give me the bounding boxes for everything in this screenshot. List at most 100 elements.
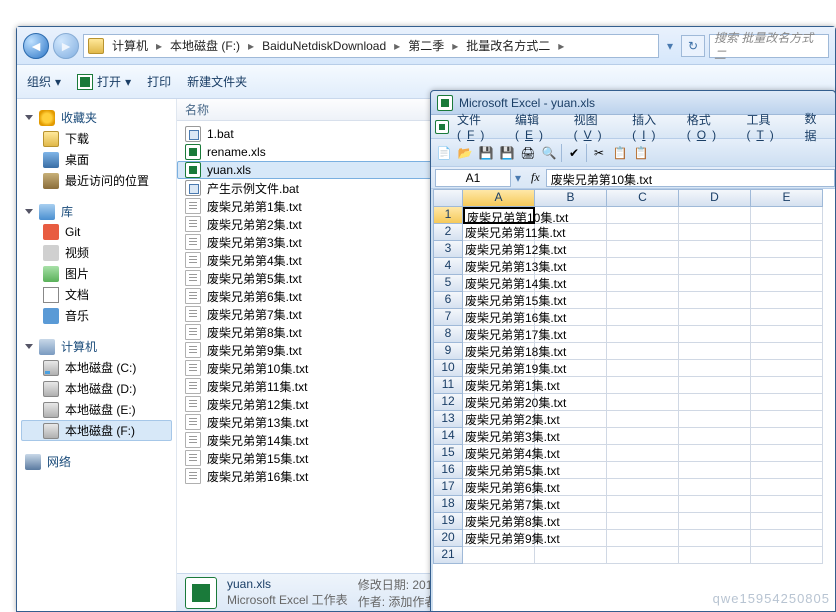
cell[interactable] bbox=[751, 530, 823, 547]
menu-格式[interactable]: 格式(O) bbox=[681, 109, 739, 144]
cell[interactable] bbox=[751, 377, 823, 394]
cell[interactable] bbox=[607, 258, 679, 275]
cell[interactable] bbox=[607, 394, 679, 411]
menu-插入[interactable]: 插入(I) bbox=[626, 109, 679, 144]
cell[interactable] bbox=[535, 530, 607, 547]
cell[interactable] bbox=[679, 411, 751, 428]
cell[interactable]: 废柴兄弟第6集.txt bbox=[463, 479, 535, 496]
cell[interactable] bbox=[679, 292, 751, 309]
cell[interactable] bbox=[607, 496, 679, 513]
cell[interactable] bbox=[535, 309, 607, 326]
cell[interactable] bbox=[535, 428, 607, 445]
nav-network[interactable]: 网络 bbox=[21, 451, 172, 472]
preview-icon[interactable]: 🔍 bbox=[540, 144, 558, 162]
row-header[interactable]: 14 bbox=[433, 428, 463, 445]
row-header[interactable]: 6 bbox=[433, 292, 463, 309]
cell[interactable] bbox=[679, 530, 751, 547]
crumb-item[interactable]: 批量改名方式二 bbox=[462, 37, 554, 54]
save-icon[interactable]: 💾 bbox=[477, 144, 495, 162]
cell[interactable] bbox=[679, 394, 751, 411]
print-button[interactable]: 打印 bbox=[147, 73, 171, 90]
cell[interactable]: 废柴兄弟第5集.txt bbox=[463, 462, 535, 479]
cell[interactable] bbox=[607, 343, 679, 360]
cell[interactable] bbox=[607, 547, 679, 564]
cell[interactable]: 废柴兄弟第19集.txt bbox=[463, 360, 535, 377]
fx-icon[interactable]: fx bbox=[525, 170, 546, 185]
cell[interactable]: 废柴兄弟第2集.txt bbox=[463, 411, 535, 428]
spell-icon[interactable]: ✔ bbox=[565, 144, 583, 162]
cell[interactable] bbox=[535, 513, 607, 530]
cell[interactable] bbox=[535, 411, 607, 428]
row-header[interactable]: 1 bbox=[433, 207, 463, 224]
newfolder-button[interactable]: 新建文件夹 bbox=[187, 73, 247, 90]
row-header[interactable]: 15 bbox=[433, 445, 463, 462]
open-button[interactable]: 打开 ▾ bbox=[77, 73, 131, 90]
cell[interactable] bbox=[751, 496, 823, 513]
row-header[interactable]: 8 bbox=[433, 326, 463, 343]
menu-工具[interactable]: 工具(T) bbox=[740, 109, 796, 144]
cut-icon[interactable]: ✂ bbox=[590, 144, 608, 162]
cell[interactable] bbox=[679, 224, 751, 241]
cell[interactable] bbox=[607, 241, 679, 258]
cell[interactable] bbox=[751, 292, 823, 309]
cell[interactable] bbox=[679, 496, 751, 513]
name-box[interactable]: A1 bbox=[435, 169, 511, 187]
row-header[interactable]: 19 bbox=[433, 513, 463, 530]
menu-数据[interactable]: 数据 bbox=[798, 108, 831, 146]
refresh-button[interactable]: ↻ bbox=[681, 35, 705, 57]
col-header-A[interactable]: A bbox=[463, 189, 535, 207]
cell[interactable] bbox=[535, 496, 607, 513]
cell[interactable] bbox=[751, 479, 823, 496]
cell[interactable] bbox=[751, 224, 823, 241]
col-header-C[interactable]: C bbox=[607, 189, 679, 207]
cell[interactable]: 废柴兄弟第15集.txt bbox=[463, 292, 535, 309]
dropdown-icon[interactable]: ▾ bbox=[511, 171, 525, 185]
cell[interactable] bbox=[535, 462, 607, 479]
row-header[interactable]: 18 bbox=[433, 496, 463, 513]
cell[interactable] bbox=[679, 343, 751, 360]
cell[interactable]: 废柴兄弟第8集.txt bbox=[463, 513, 535, 530]
cell[interactable]: 废柴兄弟第13集.txt bbox=[463, 258, 535, 275]
nav-favorites[interactable]: 收藏夹 bbox=[21, 107, 172, 128]
cell[interactable] bbox=[607, 513, 679, 530]
nav-libraries[interactable]: 库 bbox=[21, 201, 172, 222]
cell[interactable] bbox=[679, 462, 751, 479]
menu-编辑[interactable]: 编辑(E) bbox=[509, 109, 566, 144]
nav-git[interactable]: Git bbox=[21, 222, 172, 242]
cell[interactable] bbox=[607, 530, 679, 547]
cell[interactable] bbox=[751, 360, 823, 377]
cell[interactable] bbox=[679, 479, 751, 496]
row-header[interactable]: 4 bbox=[433, 258, 463, 275]
row-header[interactable]: 3 bbox=[433, 241, 463, 258]
col-header-B[interactable]: B bbox=[535, 189, 607, 207]
menu-视图[interactable]: 视图(V) bbox=[568, 109, 625, 144]
cell[interactable] bbox=[535, 445, 607, 462]
crumb-item[interactable]: 第二季 bbox=[404, 37, 448, 54]
row-header[interactable]: 5 bbox=[433, 275, 463, 292]
row-header[interactable]: 9 bbox=[433, 343, 463, 360]
cell[interactable] bbox=[463, 547, 535, 564]
cell[interactable] bbox=[679, 377, 751, 394]
cell[interactable] bbox=[607, 462, 679, 479]
nav-drive-e[interactable]: 本地磁盘 (E:) bbox=[21, 399, 172, 420]
search-input[interactable]: 搜索 批量改名方式二 bbox=[709, 34, 829, 58]
cell[interactable]: 废柴兄弟第7集.txt bbox=[463, 496, 535, 513]
cell[interactable] bbox=[535, 377, 607, 394]
cell[interactable] bbox=[679, 326, 751, 343]
cell[interactable] bbox=[751, 275, 823, 292]
cell[interactable] bbox=[607, 445, 679, 462]
cell[interactable] bbox=[751, 343, 823, 360]
crumb-item[interactable]: 本地磁盘 (F:) bbox=[166, 37, 244, 54]
cell[interactable] bbox=[751, 326, 823, 343]
col-header-D[interactable]: D bbox=[679, 189, 751, 207]
cell[interactable]: 废柴兄弟第16集.txt bbox=[463, 309, 535, 326]
nav-video[interactable]: 视频 bbox=[21, 242, 172, 263]
cell[interactable]: 废柴兄弟第18集.txt bbox=[463, 343, 535, 360]
spreadsheet-grid[interactable]: ABCDE 1废柴兄弟第10集.txt2废柴兄弟第11集.txt3废柴兄弟第12… bbox=[433, 189, 835, 611]
nav-drive-c[interactable]: 本地磁盘 (C:) bbox=[21, 357, 172, 378]
nav-computer[interactable]: 计算机 bbox=[21, 336, 172, 357]
cell[interactable] bbox=[679, 241, 751, 258]
row-header[interactable]: 12 bbox=[433, 394, 463, 411]
cell[interactable] bbox=[751, 547, 823, 564]
cell[interactable] bbox=[679, 207, 751, 224]
